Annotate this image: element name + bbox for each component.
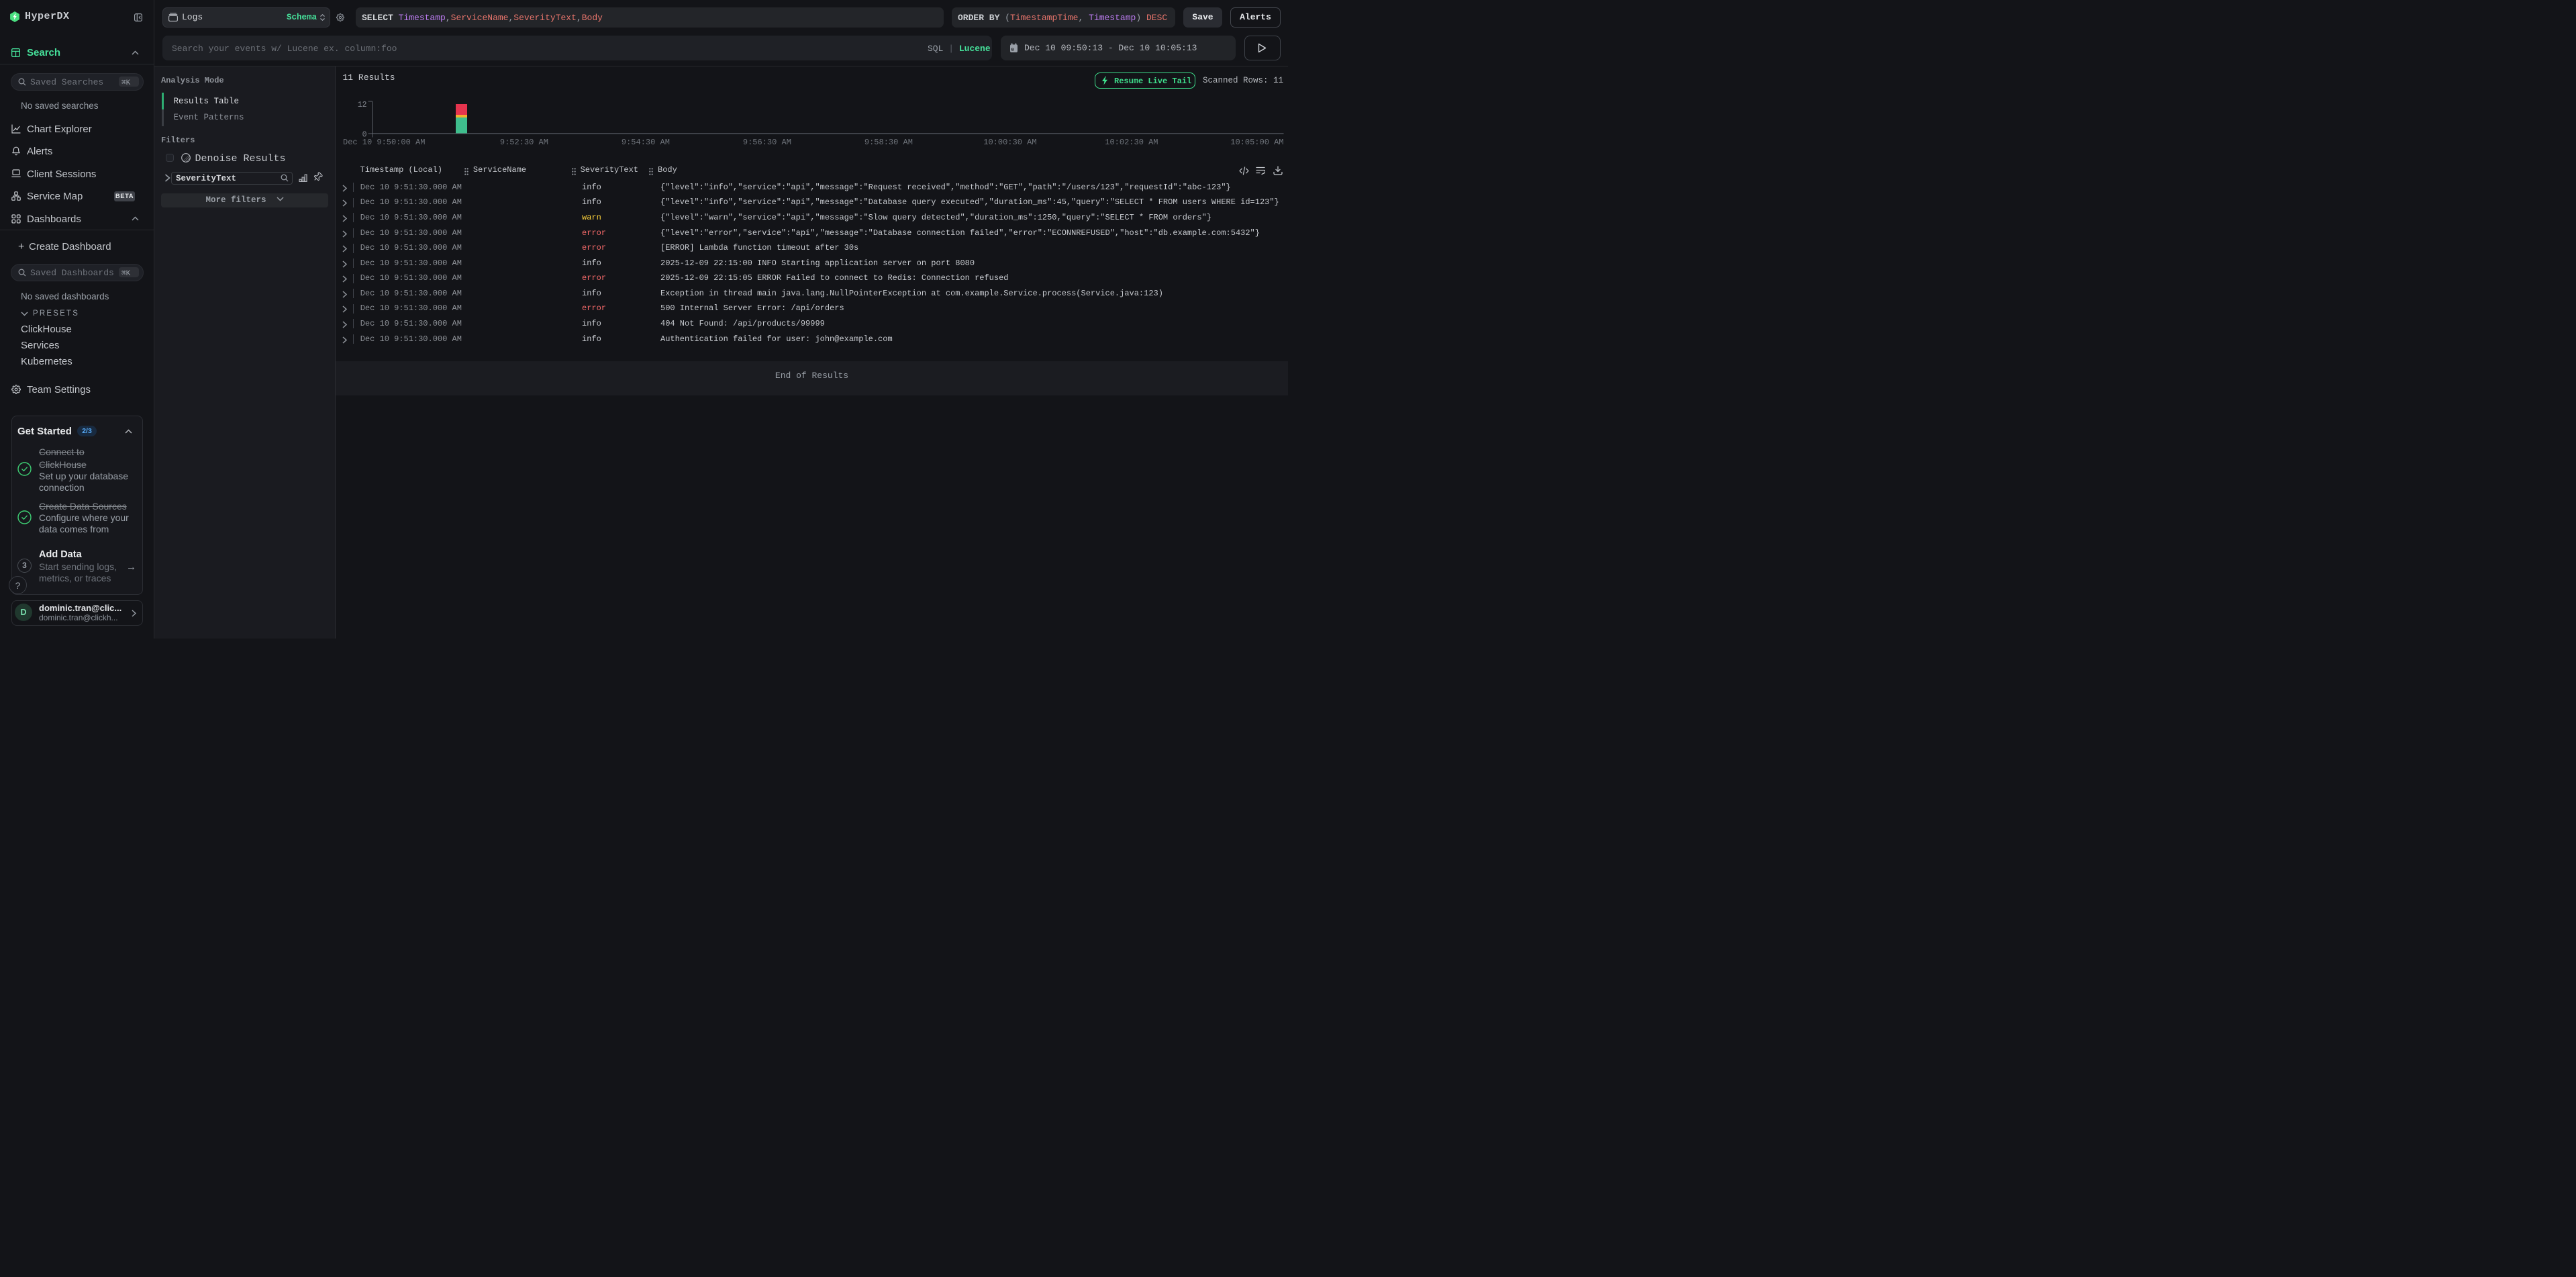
svg-text:12: 12 [358,101,367,109]
svg-text:9:52:30 AM: 9:52:30 AM [500,138,548,147]
svg-text:Dec 10 9:50:00 AM: Dec 10 9:50:00 AM [343,138,425,147]
svg-text:9:58:30 AM: 9:58:30 AM [864,138,913,147]
svg-text:10:02:30 AM: 10:02:30 AM [1105,138,1158,147]
svg-text:10:05:00 AM: 10:05:00 AM [1230,138,1283,147]
svg-text:10:00:30 AM: 10:00:30 AM [983,138,1036,147]
svg-text:9:56:30 AM: 9:56:30 AM [743,138,791,147]
svg-text:9:54:30 AM: 9:54:30 AM [622,138,670,147]
